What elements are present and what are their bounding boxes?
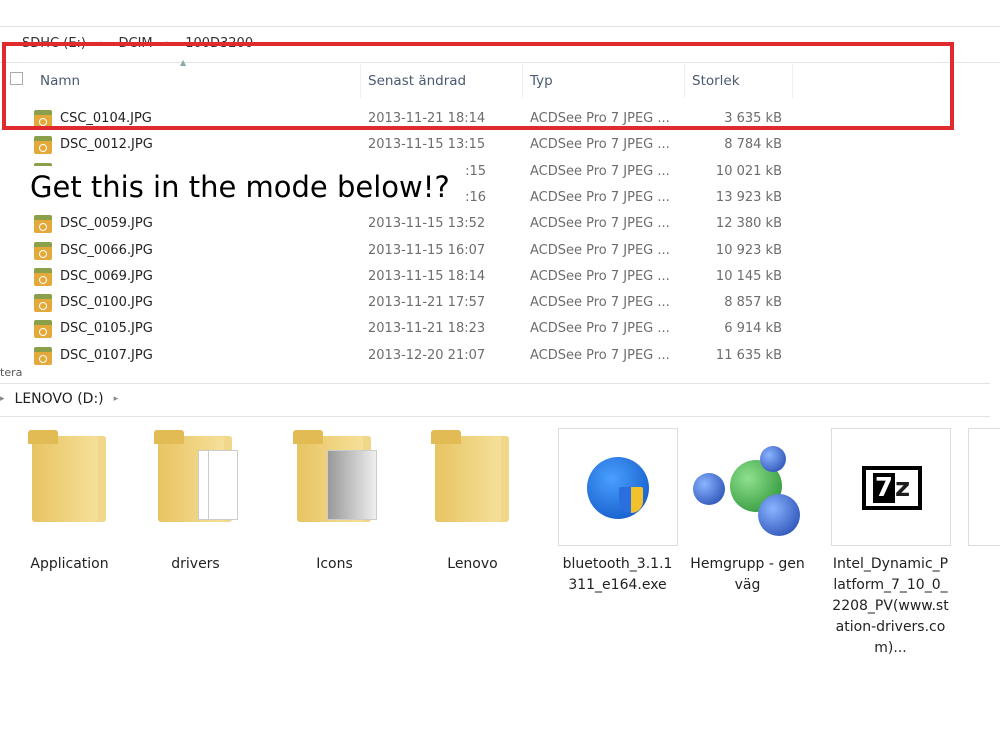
jpeg-file-icon — [34, 294, 52, 313]
file-size: 13 923 kB — [715, 189, 782, 205]
file-modified: 2013-12-20 21:07 — [368, 347, 486, 363]
bluetooth-installer-icon — [557, 428, 678, 546]
file-row[interactable]: DSC_0105.JPG 2013-11-21 18:23 ACDSee Pro… — [0, 316, 800, 342]
file-tile[interactable]: bluetooth_3.1.1311_e164.exe — [555, 428, 680, 596]
file-type: ACDSee Pro 7 JPEG ... — [530, 216, 670, 232]
file-label: Hemgrupp - genväg — [690, 556, 805, 593]
file-modified: 2013-11-15 16:07 — [368, 242, 486, 258]
file-name: DSC_0069.JPG — [60, 268, 153, 284]
file-tile[interactable]: drivers — [133, 428, 258, 575]
file-row[interactable]: DSC_0012.JPG 2013-11-15 13:15 ACDSee Pro… — [0, 132, 800, 158]
file-row[interactable]: DSC_0069.JPG 2013-11-15 18:14 ACDSee Pro… — [0, 264, 800, 290]
file-name: DSC_0107.JPG — [60, 347, 153, 363]
file-row[interactable]: DSC_0059.JPG 2013-11-15 13:52 ACDSee Pro… — [0, 211, 800, 237]
file-modified: 2013-11-15 13:15 — [368, 137, 486, 153]
divider — [0, 383, 990, 384]
file-tile[interactable]: Hemgrupp - genväg — [685, 428, 810, 596]
file-modified: 2013-11-21 18:23 — [368, 321, 486, 337]
file-label: Icons — [316, 556, 353, 572]
jpeg-file-icon — [34, 346, 52, 365]
file-tile[interactable]: Application — [7, 428, 132, 575]
file-size: 12 380 kB — [715, 216, 782, 232]
file-name: DSC_0100.JPG — [60, 295, 153, 311]
file-type: ACDSee Pro 7 JPEG ... — [530, 189, 670, 205]
file-modified: 2013-11-15 18:14 — [368, 268, 486, 284]
file-size: 8 784 kB — [724, 137, 782, 153]
file-name: DSC_0066.JPG — [60, 242, 153, 258]
homegroup-icon — [688, 428, 808, 546]
annotation-box — [2, 42, 954, 130]
file-name: DSC_0012.JPG — [60, 137, 153, 153]
file-modified: 2013-11-21 17:57 — [368, 295, 486, 311]
file-type: ACDSee Pro 7 JPEG ... — [530, 137, 670, 153]
file-size: 11 635 kB — [715, 347, 782, 363]
file-type: ACDSee Pro 7 JPEG ... — [530, 295, 670, 311]
file-name: DSC_0059.JPG — [60, 216, 153, 232]
folder-icon — [10, 428, 130, 546]
file-size: 8 857 kB — [724, 295, 782, 311]
chevron-right-icon: ▸ — [0, 394, 5, 404]
file-label: drivers — [171, 556, 220, 572]
file-size: 10 145 kB — [715, 268, 782, 284]
7zip-archive-icon: 7z — [830, 428, 951, 546]
partial-label: tera — [0, 366, 23, 379]
file-row[interactable]: DSC_0066.JPG 2013-11-15 16:07 ACDSee Pro… — [0, 238, 800, 264]
annotation-text: Get this in the mode below!? — [30, 166, 456, 208]
file-tile[interactable]: 7 z Intel_Dynamic_Platform_7_10_0_2208_PV(… — [828, 428, 953, 659]
divider — [0, 416, 990, 417]
file-row[interactable]: DSC_0107.JPG 2013-12-20 21:07 ACDSee Pro… — [0, 343, 800, 369]
breadcrumb-item[interactable]: LENOVO (D:) — [15, 391, 104, 407]
file-label: Application — [30, 556, 109, 572]
file-type: ACDSee Pro 7 JPEG ... — [530, 347, 670, 363]
jpeg-file-icon — [34, 136, 52, 155]
file-tile[interactable]: Lenovo — [410, 428, 535, 575]
file-tile[interactable]: Wi — [965, 428, 1000, 575]
jpeg-file-icon — [34, 267, 52, 286]
file-modified: 2013-11-15 13:52 — [368, 216, 486, 232]
file-type: ACDSee Pro 7 JPEG ... — [530, 268, 670, 284]
file-size: 10 021 kB — [715, 163, 782, 179]
file-size: 6 914 kB — [724, 321, 782, 337]
file-type: ACDSee Pro 7 JPEG ... — [530, 163, 670, 179]
jpeg-file-icon — [34, 320, 52, 339]
file-label: bluetooth_3.1.1311_e164.exe — [562, 556, 673, 593]
folder-icon — [413, 428, 533, 546]
file-tile[interactable]: Icons — [272, 428, 397, 575]
lower-breadcrumb[interactable]: ▸ LENOVO (D:) ▸ — [0, 391, 118, 407]
file-size: 10 923 kB — [715, 242, 782, 258]
file-icon — [967, 428, 1000, 546]
jpeg-file-icon — [34, 241, 52, 260]
file-type: ACDSee Pro 7 JPEG ... — [530, 321, 670, 337]
divider — [0, 26, 1000, 27]
file-name: DSC_0105.JPG — [60, 321, 153, 337]
chevron-right-icon: ▸ — [113, 394, 119, 404]
folder-icon — [136, 428, 256, 546]
folder-icon — [275, 428, 395, 546]
file-label: Intel_Dynamic_Platform_7_10_0_2208_PV(ww… — [832, 556, 949, 656]
jpeg-file-icon — [34, 215, 52, 234]
file-row[interactable]: DSC_0100.JPG 2013-11-21 17:57 ACDSee Pro… — [0, 290, 800, 316]
file-label: Wi — [965, 554, 1000, 575]
file-type: ACDSee Pro 7 JPEG ... — [530, 242, 670, 258]
file-label: Lenovo — [447, 556, 498, 572]
